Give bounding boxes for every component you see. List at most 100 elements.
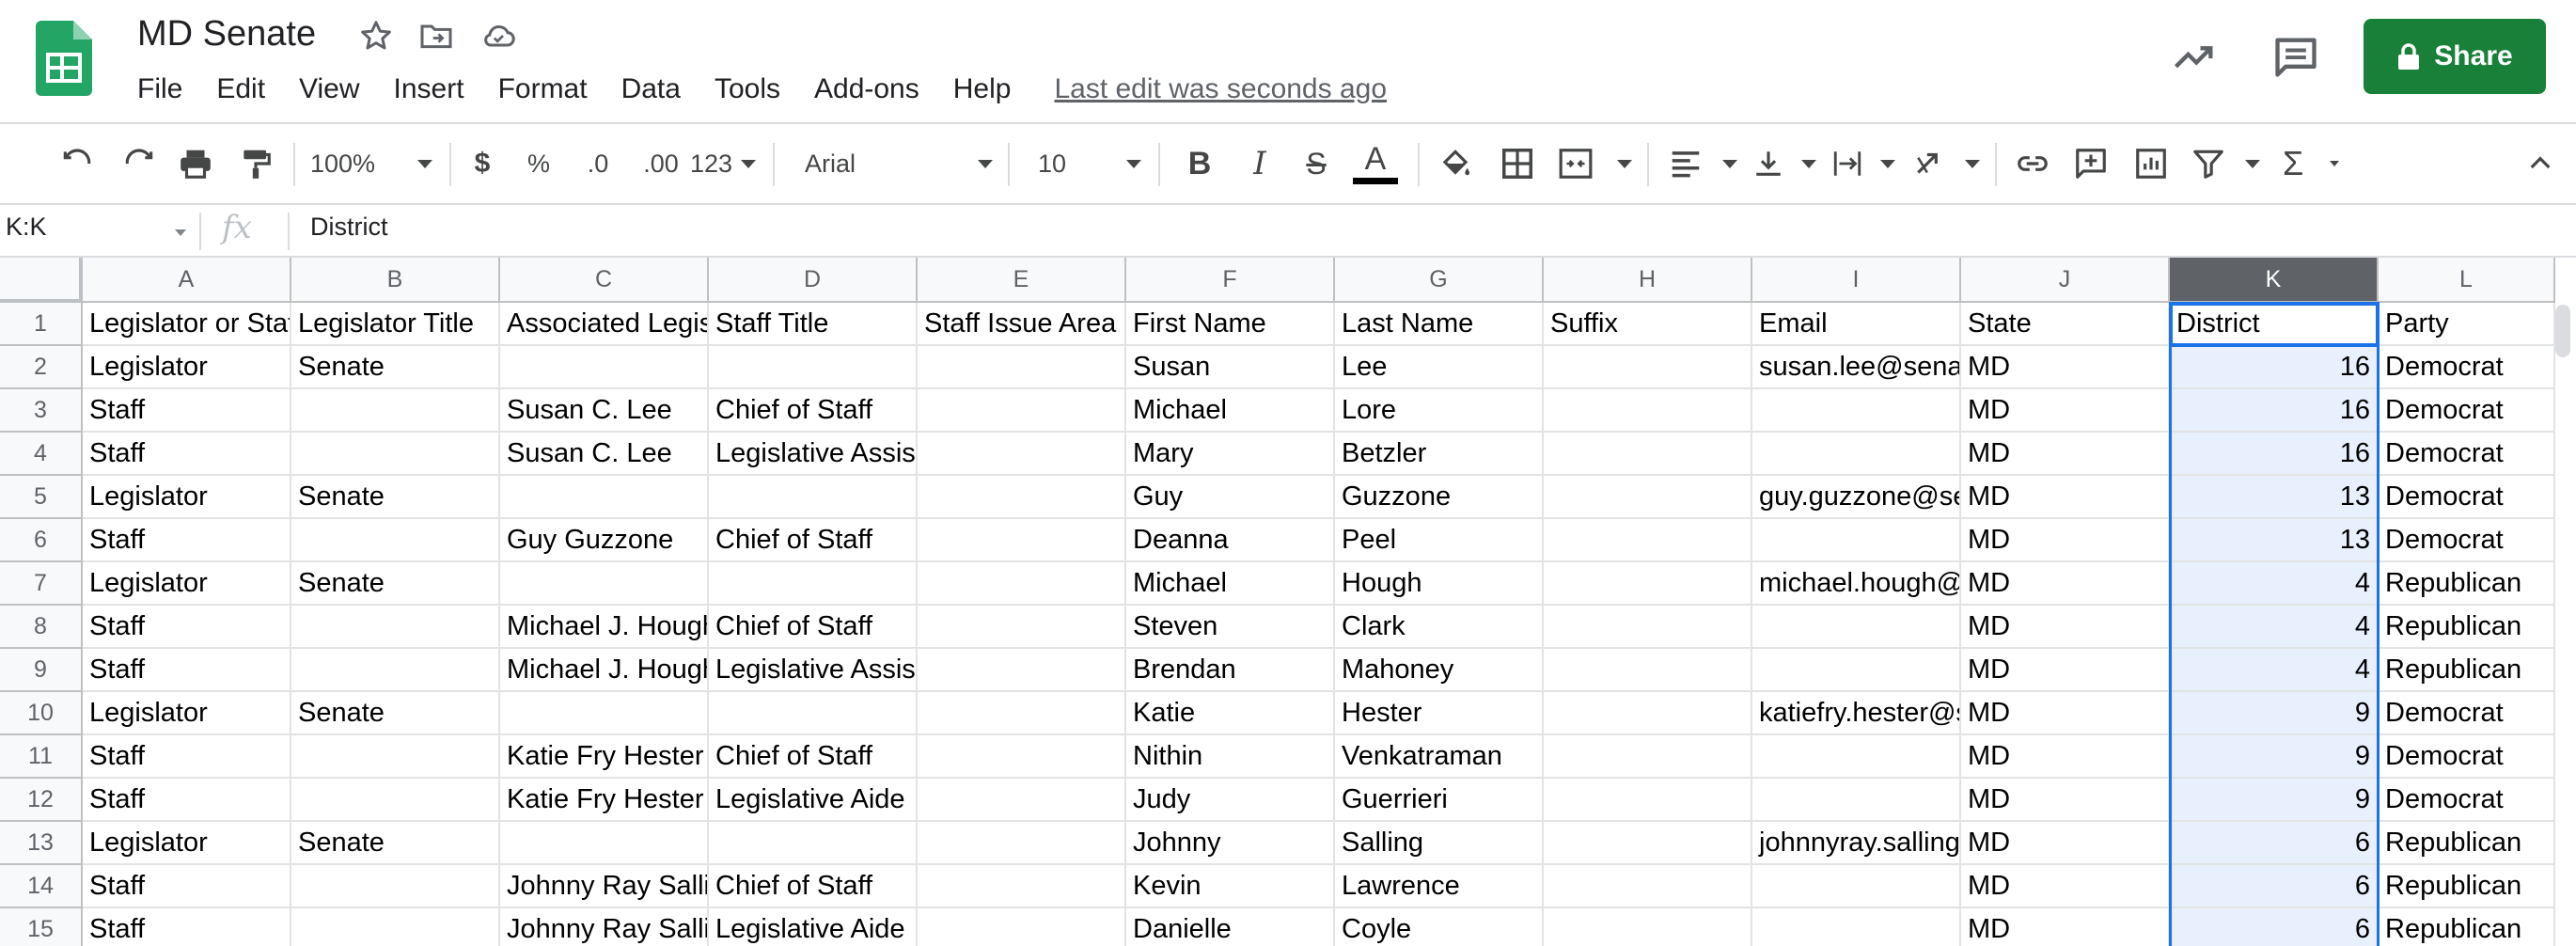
cell-i9[interactable] — [1752, 649, 1961, 692]
cell-e14[interactable] — [918, 865, 1126, 908]
cell-c6[interactable]: Guy Guzzone — [500, 519, 709, 562]
cell-j4[interactable]: MD — [1961, 433, 2170, 476]
font-size-select[interactable]: 10 — [1038, 124, 1141, 203]
cell-a5[interactable]: Legislator — [83, 476, 291, 519]
cell-d9[interactable]: Legislative Assistant — [709, 649, 918, 692]
text-wrap-button[interactable] — [1831, 124, 1895, 203]
column-header-d[interactable]: D — [709, 258, 918, 303]
cell-a9[interactable]: Staff — [83, 649, 291, 692]
cell-k8[interactable]: 4 — [2170, 606, 2379, 649]
cell-b1[interactable]: Legislator Title — [291, 303, 500, 346]
cell-a1[interactable]: Legislator or Staff — [83, 303, 291, 346]
cell-i8[interactable] — [1752, 606, 1961, 649]
cell-k5[interactable]: 13 — [2170, 476, 2379, 519]
cell-e9[interactable] — [918, 649, 1126, 692]
cell-c15[interactable]: Johnny Ray Salling — [500, 908, 709, 946]
cell-g14[interactable]: Lawrence — [1335, 865, 1544, 908]
cell-f12[interactable]: Judy — [1126, 779, 1335, 822]
insert-link-icon[interactable] — [2012, 124, 2053, 203]
cell-b8[interactable] — [291, 606, 500, 649]
cell-d4[interactable]: Legislative Assistant — [709, 433, 918, 476]
cell-d7[interactable] — [709, 562, 918, 606]
cell-i6[interactable] — [1752, 519, 1961, 562]
cell-b13[interactable]: Senate — [291, 822, 500, 865]
merge-cells-button[interactable] — [1557, 124, 1632, 203]
cell-h8[interactable] — [1544, 606, 1752, 649]
cell-d1[interactable]: Staff Title — [709, 303, 918, 346]
cell-l10[interactable]: Democrat — [2379, 692, 2555, 735]
column-header-g[interactable]: G — [1335, 258, 1544, 303]
cell-l13[interactable]: Republican — [2379, 822, 2555, 865]
cell-a3[interactable]: Staff — [83, 389, 291, 433]
cell-e10[interactable] — [918, 692, 1126, 735]
column-header-j[interactable]: J — [1961, 258, 2170, 303]
cell-d5[interactable] — [709, 476, 918, 519]
percent-format-button[interactable]: % — [523, 124, 555, 203]
cell-l7[interactable]: Republican — [2379, 562, 2555, 606]
cell-e6[interactable] — [918, 519, 1126, 562]
cell-i12[interactable] — [1752, 779, 1961, 822]
cell-e8[interactable] — [918, 606, 1126, 649]
cell-e13[interactable] — [918, 822, 1126, 865]
cell-d8[interactable]: Chief of Staff — [709, 606, 918, 649]
menu-format[interactable]: Format — [498, 68, 588, 111]
row-header[interactable]: 15 — [0, 908, 83, 946]
cell-h6[interactable] — [1544, 519, 1752, 562]
cell-c10[interactable] — [500, 692, 709, 735]
row-header[interactable]: 7 — [0, 562, 83, 606]
cell-g10[interactable]: Hester — [1335, 692, 1544, 735]
cell-b10[interactable]: Senate — [291, 692, 500, 735]
cell-l12[interactable]: Democrat — [2379, 779, 2555, 822]
cell-g3[interactable]: Lore — [1335, 389, 1544, 433]
row-header[interactable]: 11 — [0, 735, 83, 779]
chevron-down-icon[interactable] — [175, 229, 186, 236]
cell-a12[interactable]: Staff — [83, 779, 291, 822]
cell-k14[interactable]: 6 — [2170, 865, 2379, 908]
cell-c4[interactable]: Susan C. Lee — [500, 433, 709, 476]
cell-f2[interactable]: Susan — [1126, 346, 1335, 389]
cell-f10[interactable]: Katie — [1126, 692, 1335, 735]
cell-i1[interactable]: Email — [1752, 303, 1961, 346]
cell-g12[interactable]: Guerrieri — [1335, 779, 1544, 822]
cell-a7[interactable]: Legislator — [83, 562, 291, 606]
cell-c13[interactable] — [500, 822, 709, 865]
cloud-saved-icon[interactable] — [479, 17, 517, 55]
cell-l14[interactable]: Republican — [2379, 865, 2555, 908]
cell-i13[interactable]: johnnyray.salling@senate — [1752, 822, 1961, 865]
functions-button[interactable]: Σ — [2283, 124, 2339, 203]
cell-a14[interactable]: Staff — [83, 865, 291, 908]
cell-i11[interactable] — [1752, 735, 1961, 779]
cell-b14[interactable] — [291, 865, 500, 908]
cell-g4[interactable]: Betzler — [1335, 433, 1544, 476]
cell-b4[interactable] — [291, 433, 500, 476]
filter-button[interactable] — [2191, 124, 2260, 203]
cell-a10[interactable]: Legislator — [83, 692, 291, 735]
cell-j14[interactable]: MD — [1961, 865, 2170, 908]
cell-h5[interactable] — [1544, 476, 1752, 519]
cell-c7[interactable] — [500, 562, 709, 606]
increase-decimal-button[interactable]: .00 — [636, 124, 686, 203]
cell-l11[interactable]: Democrat — [2379, 735, 2555, 779]
zoom-select[interactable]: 100% — [310, 124, 432, 203]
row-header[interactable]: 2 — [0, 346, 83, 389]
cell-j15[interactable]: MD — [1961, 908, 2170, 946]
cell-f4[interactable]: Mary — [1126, 433, 1335, 476]
text-rotation-button[interactable] — [1912, 124, 1980, 203]
cell-g1[interactable]: Last Name — [1335, 303, 1544, 346]
insert-chart-icon[interactable] — [2130, 124, 2172, 203]
cell-a2[interactable]: Legislator — [83, 346, 291, 389]
cell-d6[interactable]: Chief of Staff — [709, 519, 918, 562]
cell-f13[interactable]: Johnny — [1126, 822, 1335, 865]
cell-c2[interactable] — [500, 346, 709, 389]
cell-l5[interactable]: Democrat — [2379, 476, 2555, 519]
cell-h3[interactable] — [1544, 389, 1752, 433]
column-header-f[interactable]: F — [1126, 258, 1335, 303]
cell-k9[interactable]: 4 — [2170, 649, 2379, 692]
column-header-i[interactable]: I — [1752, 258, 1961, 303]
cell-d12[interactable]: Legislative Aide — [709, 779, 918, 822]
cell-k3[interactable]: 16 — [2170, 389, 2379, 433]
cell-b11[interactable] — [291, 735, 500, 779]
menu-add-ons[interactable]: Add-ons — [814, 68, 919, 111]
row-header[interactable]: 5 — [0, 476, 83, 519]
column-header-a[interactable]: A — [83, 258, 291, 303]
